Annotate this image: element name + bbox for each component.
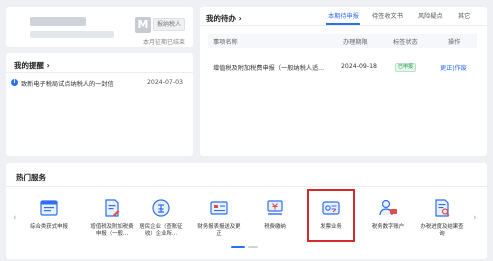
column-header-name: 事项名称: [213, 39, 238, 46]
todo-title[interactable]: 我的待办 ›: [206, 13, 242, 24]
avatar: M: [135, 17, 151, 33]
profile-card: M 报纳税人 本月征期已结束: [6, 7, 193, 47]
info-icon: i: [11, 79, 18, 86]
service-item-composite-declaration[interactable]: 综合类获式申报: [27, 197, 71, 231]
service-item-financial-statements[interactable]: 财务报表报送及更正: [197, 197, 241, 238]
todo-item-action-link[interactable]: 更正|作废: [440, 63, 467, 72]
user-account-icon: [379, 199, 397, 216]
tab-other[interactable]: 其它: [458, 11, 470, 20]
tax-payment-icon: [267, 200, 283, 215]
service-item-enterprise-income-tax[interactable]: 居民企业（查账征收）企业所...: [139, 197, 183, 238]
column-header-action: 操作: [448, 39, 461, 46]
carousel-prev-arrow[interactable]: ‹: [13, 213, 17, 223]
column-header-deadline: 办理期限: [343, 39, 368, 46]
progress-search-icon: [435, 199, 450, 217]
hot-services-card: [6, 163, 487, 259]
hot-services-title: 热门服务: [16, 173, 46, 182]
taxpayer-type-badge: 报纳税人: [153, 18, 185, 31]
reminder-divider: [6, 72, 193, 73]
service-item-tax-payment[interactable]: 税费缴纳: [253, 197, 297, 231]
tab-documents-to-sign[interactable]: 待签收文书: [372, 11, 403, 20]
service-label: 办税进度及结果查询: [420, 224, 464, 237]
masked-company-name: [30, 17, 86, 26]
service-label: 居民企业（查账征收）企业所...: [139, 224, 183, 237]
report-card-icon: [210, 201, 228, 215]
enterprise-icon: [152, 199, 170, 217]
masked-tax-id: [30, 31, 114, 38]
service-label: 税务数字账户: [371, 224, 405, 230]
highlight-box: [307, 189, 355, 242]
column-header-status: 标签状态: [393, 39, 418, 46]
status-badge: 已申报: [395, 63, 416, 72]
service-item-digital-account[interactable]: 税务数字账户: [366, 197, 410, 231]
carousel-page-indicator[interactable]: [248, 246, 258, 248]
reminder-item-text[interactable]: 致新电子税局试点纳税人的一封信: [21, 79, 114, 88]
service-label: 税费缴纳: [264, 224, 286, 230]
tab-pending-declaration[interactable]: 本期待申报: [328, 11, 359, 20]
reminder-item-date: 2024-07-03: [147, 79, 183, 86]
reminder-title[interactable]: 我的提醒 ›: [14, 60, 50, 71]
service-item-vat-declaration[interactable]: 增值税及附加税费申报（一般...: [90, 197, 134, 238]
period-status-note: 本月征期已结束: [142, 39, 185, 46]
carousel-page-indicator-active[interactable]: [231, 246, 245, 248]
document-pen-icon: [105, 199, 120, 217]
service-item-progress-query[interactable]: 办税进度及结果查询: [420, 197, 464, 238]
service-label: 综合类获式申报: [30, 224, 68, 230]
todo-card: [200, 7, 487, 156]
tab-risk-doubts[interactable]: 风险疑点: [418, 11, 443, 20]
service-label: 增值税及附加税费申报（一般...: [90, 224, 134, 237]
todo-item-deadline: 2024-09-18: [341, 63, 377, 70]
todo-item-name[interactable]: 增值税及附加税费申报（一般纳税人适...: [213, 63, 324, 72]
form-window-icon: [40, 200, 58, 216]
carousel-next-arrow[interactable]: ›: [473, 213, 477, 223]
tabs-divider: [200, 25, 487, 26]
hot-services-divider: [6, 186, 487, 187]
service-label: 财务报表报送及更正: [197, 224, 241, 237]
